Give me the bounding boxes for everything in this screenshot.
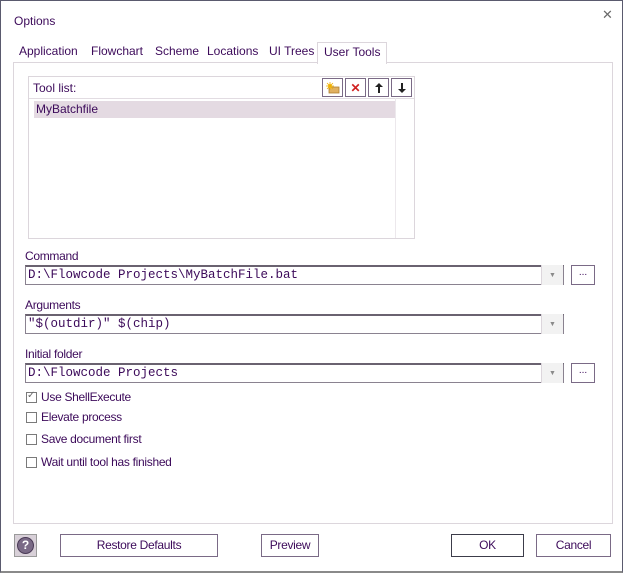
initial-folder-browse-button[interactable]: ... (571, 363, 595, 383)
command-label: Command (25, 249, 79, 263)
tool-list-scrollbar[interactable] (395, 98, 414, 238)
tab-locations[interactable]: Locations (207, 42, 258, 62)
tool-list: Tool list: ✕ MyBatchfile (28, 76, 415, 239)
move-up-button[interactable] (368, 78, 389, 97)
tool-list-header: Tool list: ✕ (29, 77, 414, 99)
checkbox-box[interactable] (26, 433, 37, 445)
tool-list-item[interactable]: MyBatchfile (34, 101, 396, 118)
checkbox-label: Use ShellExecute (41, 390, 131, 404)
restore-defaults-button[interactable]: Restore Defaults (60, 534, 218, 557)
new-tool-button[interactable] (322, 78, 343, 97)
tab-scheme[interactable]: Scheme (155, 42, 199, 62)
tab-application[interactable]: Application (19, 42, 78, 62)
arrow-down-icon (397, 82, 406, 93)
checkbox-box[interactable] (26, 456, 37, 468)
dialog-title: Options (14, 14, 56, 28)
command-combo[interactable]: D:\Flowcode Projects\MyBatchFile.bat ▼ (25, 265, 564, 285)
save-document-first-checkbox[interactable]: Save document first (26, 431, 142, 447)
tab-ui-trees[interactable]: UI Trees (269, 42, 314, 62)
command-browse-button[interactable]: ... (571, 265, 595, 285)
initial-folder-label: Initial folder (25, 347, 83, 361)
chevron-down-icon[interactable]: ▼ (541, 265, 563, 285)
checkbox-box[interactable]: ✓ (26, 389, 37, 403)
initial-folder-value[interactable]: D:\Flowcode Projects (28, 366, 178, 380)
cancel-button[interactable]: Cancel (536, 534, 611, 557)
options-dialog: Options ✕ Application Flowchart Scheme L… (0, 0, 623, 573)
help-button[interactable]: ? (14, 534, 37, 557)
checkmark-icon: ✓ (27, 389, 36, 401)
delete-icon: ✕ (350, 80, 361, 95)
arguments-combo[interactable]: "$(outdir)" $(chip) ▼ (25, 314, 564, 334)
command-value[interactable]: D:\Flowcode Projects\MyBatchFile.bat (28, 268, 298, 282)
tool-list-label: Tool list: (33, 81, 77, 95)
new-folder-icon (325, 81, 339, 93)
checkbox-box[interactable] (26, 411, 37, 423)
initial-folder-combo[interactable]: D:\Flowcode Projects ▼ (25, 363, 564, 383)
use-shellexecute-checkbox[interactable]: ✓ Use ShellExecute (26, 389, 131, 405)
arguments-value[interactable]: "$(outdir)" $(chip) (28, 317, 171, 331)
help-icon: ? (17, 537, 34, 554)
chevron-down-icon[interactable]: ▼ (541, 314, 563, 334)
checkbox-label: Wait until tool has finished (41, 455, 172, 469)
chevron-down-icon[interactable]: ▼ (541, 363, 563, 383)
preview-button[interactable]: Preview (261, 534, 319, 557)
tab-flowchart[interactable]: Flowchart (91, 42, 143, 62)
ok-button[interactable]: OK (451, 534, 524, 557)
arguments-label: Arguments (25, 298, 81, 312)
close-icon[interactable]: ✕ (602, 7, 613, 23)
checkbox-label: Elevate process (41, 410, 122, 424)
wait-until-finished-checkbox[interactable]: Wait until tool has finished (26, 454, 172, 470)
move-down-button[interactable] (391, 78, 412, 97)
tab-user-tools[interactable]: User Tools (317, 42, 388, 64)
checkbox-label: Save document first (41, 432, 142, 446)
elevate-process-checkbox[interactable]: Elevate process (26, 409, 122, 425)
delete-tool-button[interactable]: ✕ (345, 78, 366, 97)
arrow-up-icon (374, 82, 383, 93)
